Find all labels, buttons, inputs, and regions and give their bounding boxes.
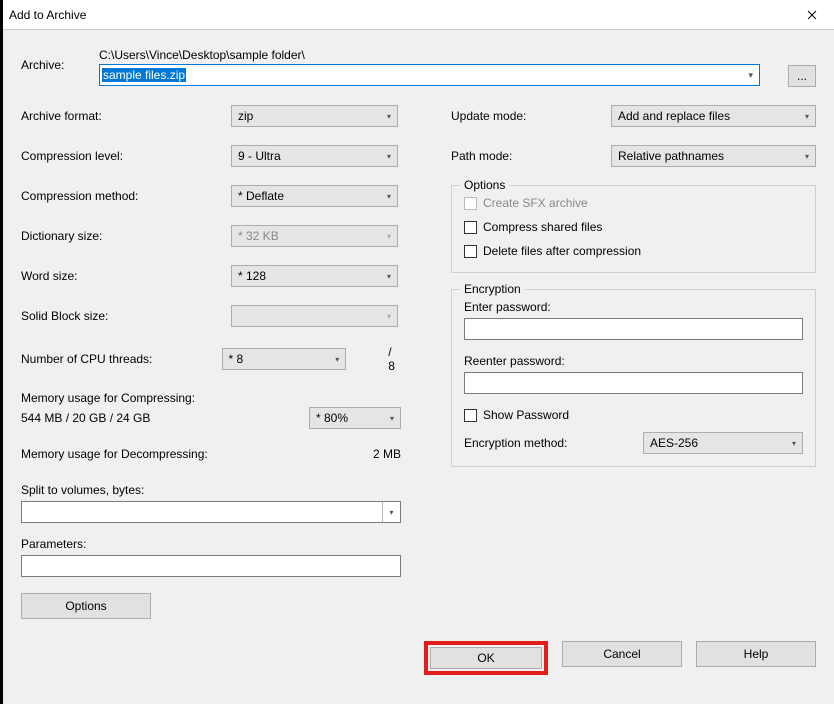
delete-after-checkbox[interactable]: Delete files after compression [464, 244, 803, 258]
word-size-label: Word size: [21, 269, 231, 283]
mem-compress-label: Memory usage for Compressing: [21, 391, 401, 405]
chevron-down-icon: ▾ [805, 152, 809, 161]
archive-format-label: Archive format: [21, 109, 231, 123]
chevron-down-icon: ▾ [387, 232, 391, 241]
compression-method-select[interactable]: * Deflate ▾ [231, 185, 398, 207]
cpu-threads-select[interactable]: * 8 ▾ [222, 348, 347, 370]
enter-password-input[interactable] [464, 318, 803, 340]
encryption-legend: Encryption [460, 282, 525, 296]
archive-filename-combo[interactable]: sample files.zip ▾ [99, 64, 760, 86]
compress-shared-checkbox[interactable]: Compress shared files [464, 220, 803, 234]
dialog-body: Archive: C:\Users\Vince\Desktop\sample f… [3, 30, 834, 629]
archive-label: Archive: [21, 48, 99, 72]
archive-folder-path: C:\Users\Vince\Desktop\sample folder\ [99, 48, 760, 62]
chevron-down-icon: ▾ [387, 152, 391, 161]
split-volumes-combo[interactable]: ▾ [21, 501, 401, 523]
dictionary-size-select: * 32 KB ▾ [231, 225, 398, 247]
path-mode-select[interactable]: Relative pathnames ▾ [611, 145, 816, 167]
mem-compress-value: 544 MB / 20 GB / 24 GB [21, 411, 309, 425]
chevron-down-icon: ▾ [748, 70, 753, 81]
mem-decompress-value: 2 MB [341, 447, 401, 461]
checkbox-icon [464, 409, 477, 422]
encryption-method-select[interactable]: AES-256 ▾ [643, 432, 803, 454]
left-column: Archive format: zip ▾ Compression level:… [21, 105, 401, 619]
update-mode-label: Update mode: [451, 109, 611, 123]
mem-compress-select[interactable]: * 80% ▾ [309, 407, 401, 429]
create-sfx-checkbox: Create SFX archive [464, 196, 803, 210]
options-legend: Options [460, 178, 509, 192]
dialog-footer: OK Cancel Help [3, 629, 834, 691]
chevron-down-icon: ▾ [382, 502, 400, 522]
encryption-method-label: Encryption method: [464, 436, 643, 450]
update-mode-select[interactable]: Add and replace files ▾ [611, 105, 816, 127]
options-button[interactable]: Options [21, 593, 151, 619]
encryption-fieldset: Encryption Enter password: Reenter passw… [451, 289, 816, 467]
right-column: Update mode: Add and replace files ▾ Pat… [451, 105, 816, 619]
parameters-label: Parameters: [21, 537, 401, 551]
word-size-select[interactable]: * 128 ▾ [231, 265, 398, 287]
archive-row: Archive: C:\Users\Vince\Desktop\sample f… [21, 48, 816, 87]
browse-button[interactable]: ... [788, 65, 816, 87]
chevron-down-icon: ▾ [335, 355, 339, 364]
cancel-button[interactable]: Cancel [562, 641, 682, 667]
chevron-down-icon: ▾ [387, 312, 391, 321]
reenter-password-input[interactable] [464, 372, 803, 394]
browse-label: ... [797, 69, 807, 83]
archive-format-select[interactable]: zip ▾ [231, 105, 398, 127]
close-button[interactable] [789, 0, 834, 30]
parameters-input[interactable] [21, 555, 401, 577]
chevron-down-icon: ▾ [387, 272, 391, 281]
solid-block-label: Solid Block size: [21, 309, 231, 323]
path-mode-label: Path mode: [451, 149, 611, 163]
cpu-threads-label: Number of CPU threads: [21, 352, 222, 366]
enter-password-label: Enter password: [464, 300, 803, 314]
compression-level-select[interactable]: 9 - Ultra ▾ [231, 145, 398, 167]
compression-level-label: Compression level: [21, 149, 231, 163]
reenter-password-label: Reenter password: [464, 354, 803, 368]
archive-filename-selected: sample files.zip [102, 68, 186, 82]
help-button[interactable]: Help [696, 641, 816, 667]
ok-button[interactable]: OK [430, 647, 542, 669]
show-password-checkbox[interactable]: Show Password [464, 408, 803, 422]
cpu-threads-max: / 8 [388, 345, 401, 373]
chevron-down-icon: ▾ [805, 112, 809, 121]
window-title: Add to Archive [9, 8, 86, 22]
archive-path-box: C:\Users\Vince\Desktop\sample folder\ sa… [99, 48, 760, 86]
options-fieldset: Options Create SFX archive Compress shar… [451, 185, 816, 273]
chevron-down-icon: ▾ [792, 439, 796, 448]
dictionary-size-label: Dictionary size: [21, 229, 231, 243]
checkbox-icon [464, 221, 477, 234]
compression-method-label: Compression method: [21, 189, 231, 203]
checkbox-icon [464, 245, 477, 258]
chevron-down-icon: ▾ [387, 192, 391, 201]
titlebar: Add to Archive [3, 0, 834, 30]
chevron-down-icon: ▾ [390, 414, 394, 423]
chevron-down-icon: ▾ [387, 112, 391, 121]
ok-highlight: OK [424, 641, 548, 675]
close-icon [807, 10, 817, 20]
mem-decompress-label: Memory usage for Decompressing: [21, 447, 341, 461]
checkbox-icon [464, 197, 477, 210]
split-volumes-label: Split to volumes, bytes: [21, 483, 401, 497]
solid-block-select: ▾ [231, 305, 398, 327]
